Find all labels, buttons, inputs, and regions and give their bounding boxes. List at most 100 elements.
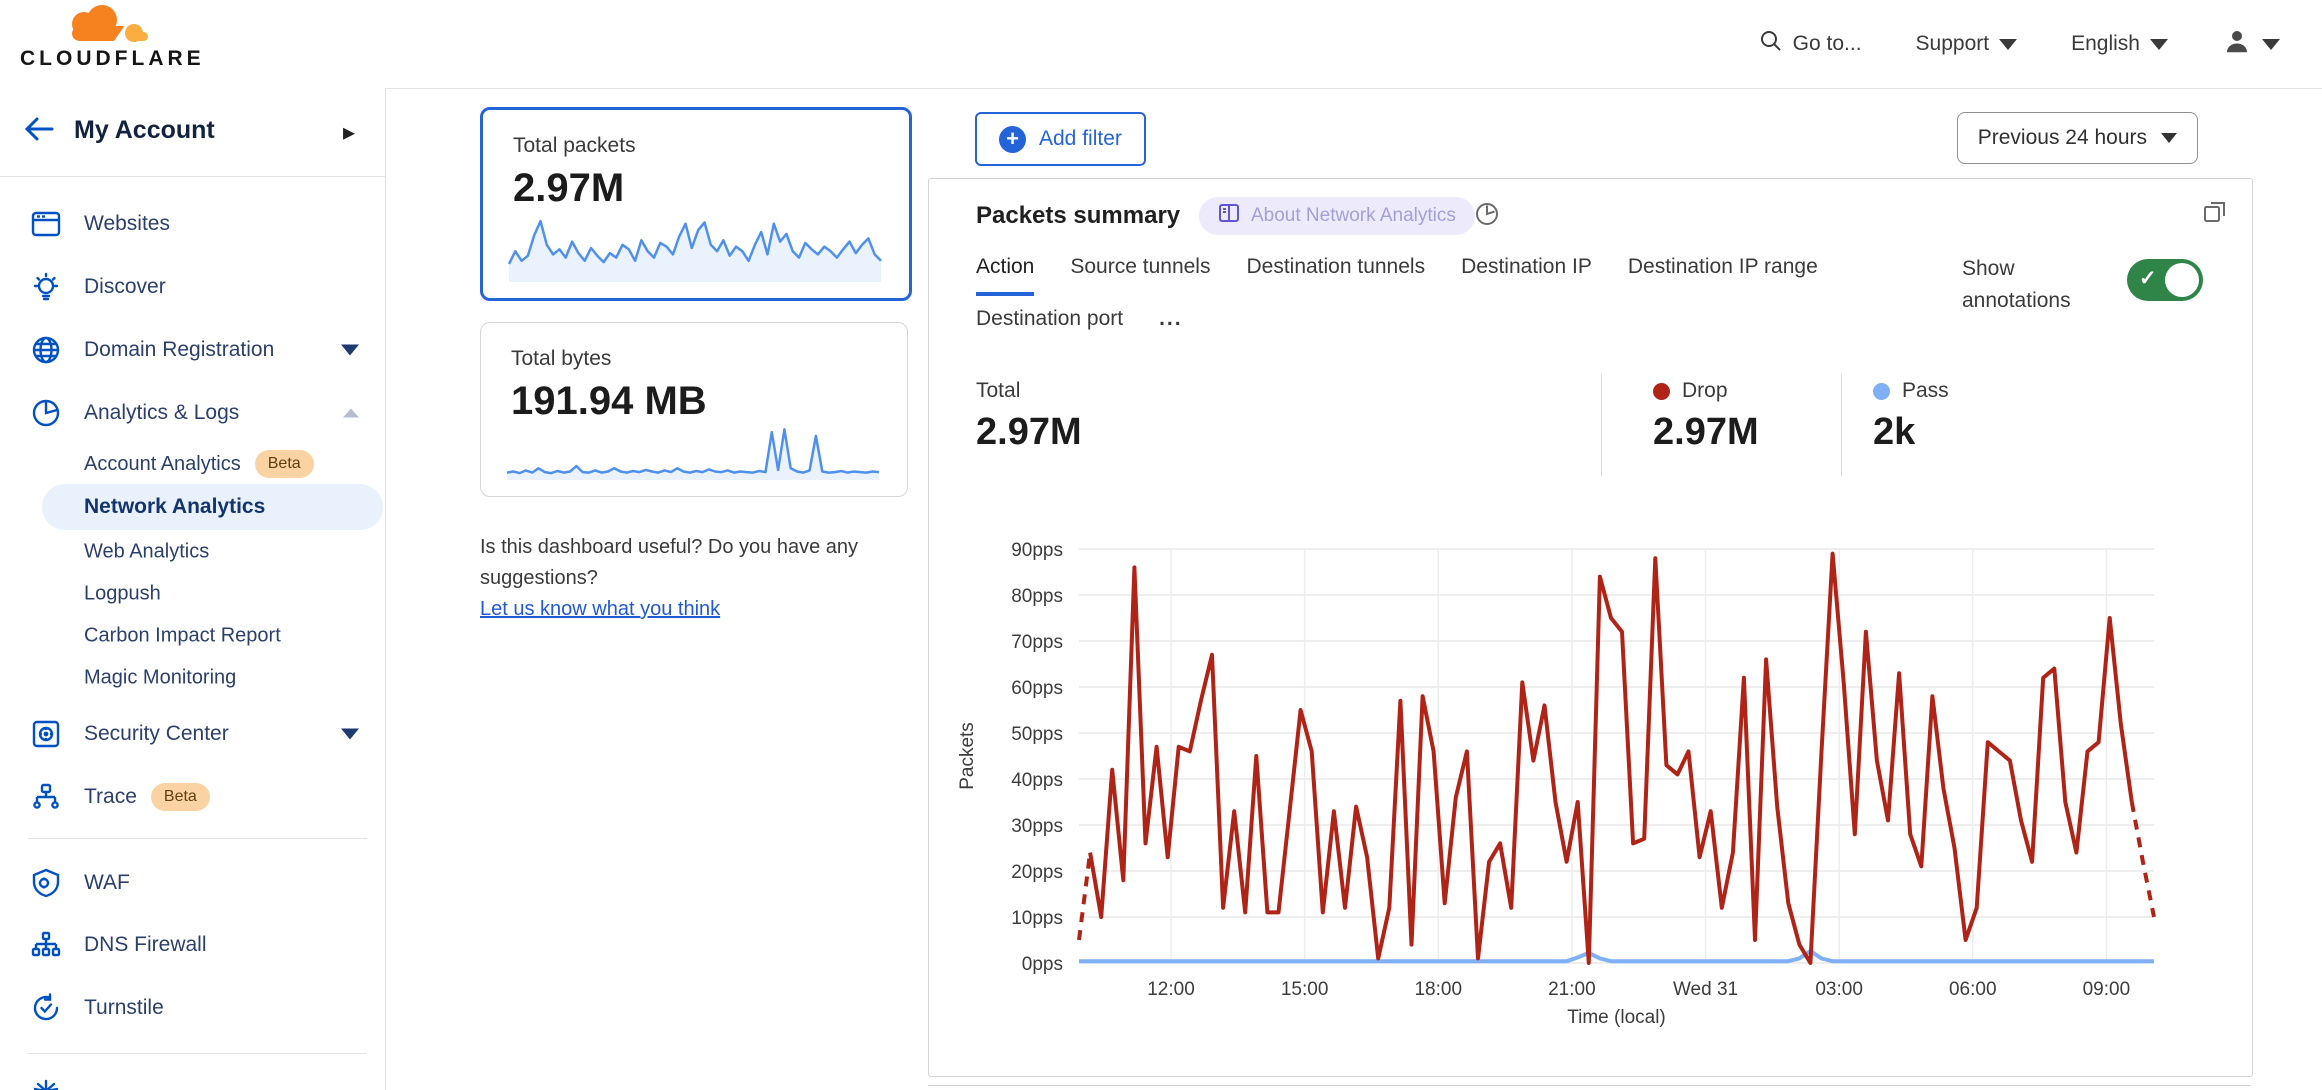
time-range-dropdown[interactable]: Previous 24 hours xyxy=(1957,112,2198,164)
sidebar-item-label: Carbon Impact Report xyxy=(84,625,281,648)
tab-action[interactable]: Action xyxy=(976,255,1034,296)
svg-text:Wed 31: Wed 31 xyxy=(1673,979,1738,1000)
sidebar-item-label: Security Center xyxy=(84,722,229,746)
total-packets-card[interactable]: Total packets 2.97M xyxy=(480,107,912,301)
svg-text:0pps: 0pps xyxy=(1022,954,1063,975)
metric-value: 2.97M xyxy=(513,166,624,211)
sidebar-divider xyxy=(28,1053,367,1054)
show-annotations-toggle[interactable]: ✓ xyxy=(2127,259,2203,301)
stat-pass-label: Pass xyxy=(1873,379,1949,403)
back-arrow-icon[interactable] xyxy=(22,114,56,149)
sidebar-item-websites[interactable]: Websites xyxy=(0,196,385,252)
svg-text:09:00: 09:00 xyxy=(2083,979,2131,1000)
safe-icon xyxy=(28,719,64,749)
sidebar-item-waf[interactable]: WAF xyxy=(0,855,385,911)
language-menu[interactable]: English xyxy=(2071,32,2168,56)
metric-label: Total bytes xyxy=(511,347,611,371)
stat-drop-value: 2.97M xyxy=(1653,411,1759,454)
stat-total-label: Total xyxy=(976,379,1020,403)
show-annotations-label: Show annotations xyxy=(1962,253,2092,317)
sidebar-item-turnstile[interactable]: Turnstile xyxy=(0,980,385,1036)
sidebar-item-discover[interactable]: Discover xyxy=(0,259,385,315)
tab-destination-tunnels[interactable]: Destination tunnels xyxy=(1246,255,1425,296)
logo-wordmark: CLOUDFLARE xyxy=(20,47,186,71)
browser-icon xyxy=(28,211,64,237)
drop-dot-icon xyxy=(1653,383,1670,400)
plus-icon: + xyxy=(999,126,1026,153)
tab-destination-ip-range[interactable]: Destination IP range xyxy=(1628,255,1818,296)
burst-icon xyxy=(28,1077,64,1090)
tab-destination-ip[interactable]: Destination IP xyxy=(1461,255,1592,296)
more-tabs-button[interactable]: ... xyxy=(1159,307,1183,344)
user-icon xyxy=(2222,26,2252,62)
time-range-label: Previous 24 hours xyxy=(1978,126,2147,150)
svg-text:30pps: 30pps xyxy=(1011,816,1063,837)
about-badge-label: About Network Analytics xyxy=(1251,205,1456,227)
add-filter-button[interactable]: + Add filter xyxy=(975,112,1146,166)
sidebar-item-domain-registration[interactable]: Domain Registration xyxy=(0,322,385,378)
shield-gear-icon xyxy=(28,868,64,898)
top-bar: CLOUDFLARE Go to... Support English xyxy=(0,0,2322,89)
stat-total-value: 2.97M xyxy=(976,411,1082,454)
svg-text:40pps: 40pps xyxy=(1011,770,1063,791)
goto-search[interactable]: Go to... xyxy=(1759,29,1862,59)
chevron-right-icon[interactable]: ▸ xyxy=(343,118,355,147)
svg-text:12:00: 12:00 xyxy=(1147,979,1195,1000)
stat-divider xyxy=(1841,374,1842,476)
sidebar-item-network-analytics[interactable]: Network Analytics xyxy=(42,484,383,530)
panel-title: Packets summary xyxy=(976,202,1180,230)
sidebar-item-label: Websites xyxy=(84,212,170,236)
total-bytes-card[interactable]: Total bytes 191.94 MB xyxy=(480,322,908,497)
toggle-knob xyxy=(2165,263,2199,297)
stat-drop-label: Drop xyxy=(1653,379,1728,403)
add-filter-label: Add filter xyxy=(1039,127,1122,151)
stat-pass-value: 2k xyxy=(1873,411,1915,454)
expand-panel-icon[interactable] xyxy=(2202,199,2228,230)
svg-text:10pps: 10pps xyxy=(1011,908,1063,929)
svg-text:20pps: 20pps xyxy=(1011,862,1063,883)
trace-tree-icon xyxy=(28,782,64,812)
feedback-line1: Is this dashboard useful? Do you have an… xyxy=(480,532,920,563)
sidebar-item-account-analytics[interactable]: Account AnalyticsBeta xyxy=(0,444,385,484)
sidebar-item-partial[interactable] xyxy=(0,1072,385,1090)
sidebar-item-label: Turnstile xyxy=(84,996,164,1020)
beta-badge: Beta xyxy=(151,783,210,811)
dns-tree-icon xyxy=(28,930,64,960)
tab-destination-port[interactable]: Destination port xyxy=(976,307,1123,344)
tab-source-tunnels[interactable]: Source tunnels xyxy=(1070,255,1210,296)
account-menu[interactable] xyxy=(2222,26,2280,62)
bytes-sparkline xyxy=(503,418,883,482)
support-menu[interactable]: Support xyxy=(1916,32,2018,56)
sidebar-item-magic-monitoring[interactable]: Magic Monitoring xyxy=(0,658,385,698)
svg-text:50pps: 50pps xyxy=(1011,724,1063,745)
sidebar-item-trace[interactable]: TraceBeta xyxy=(0,769,385,825)
sidebar-item-logpush[interactable]: Logpush xyxy=(0,574,385,614)
sidebar-item-dns-firewall[interactable]: DNS Firewall xyxy=(0,917,385,973)
check-icon: ✓ xyxy=(2139,266,2157,291)
about-network-analytics-badge[interactable]: About Network Analytics xyxy=(1199,197,1475,235)
sidebar-item-label: Domain Registration xyxy=(84,338,274,362)
cloudflare-dashboard: CLOUDFLARE Go to... Support English xyxy=(0,0,2322,1090)
language-label: English xyxy=(2071,32,2140,56)
sidebar-item-analytics-logs[interactable]: Analytics & Logs xyxy=(0,385,385,441)
svg-text:21:00: 21:00 xyxy=(1548,979,1596,1000)
sidebar-item-web-analytics[interactable]: Web Analytics xyxy=(0,532,385,572)
sidebar-divider xyxy=(28,838,367,839)
packets-chart: 0pps10pps20pps30pps40pps50pps60pps70pps8… xyxy=(949,531,2219,1031)
lightbulb-icon xyxy=(28,272,64,302)
feedback-link[interactable]: Let us know what you think xyxy=(480,598,720,620)
summary-tabs-row1: Action Source tunnels Destination tunnel… xyxy=(976,255,1818,296)
svg-text:03:00: 03:00 xyxy=(1815,979,1863,1000)
cloudflare-logo[interactable]: CLOUDFLARE xyxy=(20,4,186,71)
next-card-edge xyxy=(928,1085,2251,1090)
sidebar-item-carbon-impact-report[interactable]: Carbon Impact Report xyxy=(0,616,385,656)
sidebar: My Account ▸ Websites Discover xyxy=(0,88,386,1090)
sidebar-item-label: Logpush xyxy=(84,583,161,606)
sidebar-item-label: Account AnalyticsBeta xyxy=(84,450,314,478)
metric-label: Total packets xyxy=(513,134,636,158)
packets-summary-card: Packets summary About Network Analytics … xyxy=(928,178,2253,1077)
sidebar-item-security-center[interactable]: Security Center xyxy=(0,706,385,762)
svg-text:80pps: 80pps xyxy=(1011,586,1063,607)
pass-dot-icon xyxy=(1873,383,1890,400)
sidebar-item-label: Analytics & Logs xyxy=(84,401,239,425)
